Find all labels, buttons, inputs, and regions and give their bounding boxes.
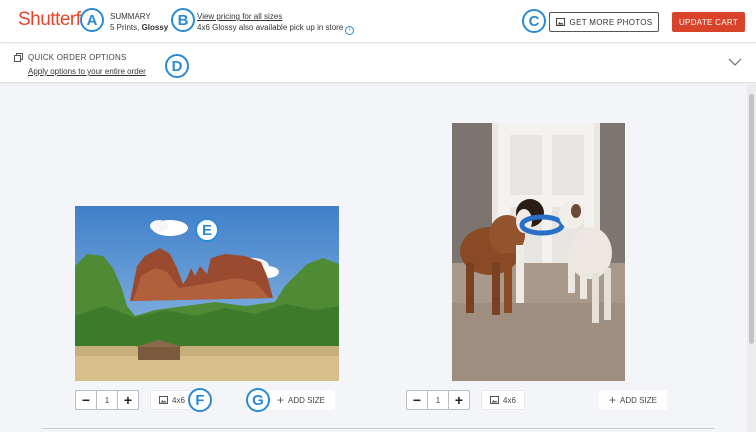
decrease-quantity-button[interactable]: − bbox=[76, 391, 96, 409]
get-more-photos-label: GET MORE PHOTOS bbox=[569, 17, 653, 27]
photo-1-add-size-button[interactable]: + ADD SIZE bbox=[267, 390, 335, 410]
chevron-down-icon[interactable] bbox=[728, 57, 742, 67]
copy-icon bbox=[14, 53, 23, 62]
marker-d: D bbox=[165, 54, 189, 78]
marker-a: A bbox=[80, 8, 104, 32]
marker-b: B bbox=[171, 8, 195, 32]
increase-quantity-button[interactable]: + bbox=[118, 391, 138, 409]
apply-options-link[interactable]: Apply options to your entire order bbox=[28, 67, 146, 76]
photo-1-quantity: − 1 + bbox=[75, 390, 139, 410]
summary-prints: 5 Prints, bbox=[110, 23, 142, 32]
view-pricing-link[interactable]: View pricing for all sizes bbox=[197, 11, 354, 22]
pricing-info: View pricing for all sizes 4x6 Glossy al… bbox=[197, 11, 355, 35]
pickup-note-text: 4x6 Glossy also available pick up in sto… bbox=[197, 23, 344, 32]
scrollbar[interactable] bbox=[747, 84, 756, 432]
quantity-stepper: − 1 + bbox=[75, 390, 139, 410]
marker-c: C bbox=[522, 9, 546, 33]
pickup-note: 4x6 Glossy also available pick up in sto… bbox=[197, 22, 355, 35]
size-label: 4x6 bbox=[503, 395, 516, 405]
photo-icon bbox=[555, 18, 565, 26]
plus-icon: + bbox=[609, 393, 617, 407]
quantity-value[interactable]: 1 bbox=[96, 391, 118, 409]
summary-finish: Glossy bbox=[141, 23, 169, 32]
update-cart-button[interactable]: UPDATE CART bbox=[672, 12, 745, 32]
order-summary: SUMMARY 5 Prints, Glossy bbox=[110, 11, 168, 33]
scrollbar-thumb[interactable] bbox=[749, 94, 754, 344]
size-label: 4x6 bbox=[172, 395, 185, 405]
summary-title: SUMMARY bbox=[110, 12, 151, 21]
photo-size-icon bbox=[159, 396, 168, 404]
marker-f: F bbox=[188, 388, 212, 412]
increase-quantity-button[interactable]: + bbox=[449, 391, 469, 409]
shutterfly-logo[interactable]: Shutterf bbox=[18, 9, 81, 31]
info-icon[interactable]: i bbox=[345, 26, 355, 35]
plus-icon: + bbox=[277, 393, 285, 407]
add-size-label: ADD SIZE bbox=[288, 395, 325, 405]
divider bbox=[42, 428, 714, 429]
photo-2-size-chip[interactable]: 4x6 bbox=[481, 390, 525, 410]
photo-2-quantity: − 1 + bbox=[406, 390, 470, 410]
photo-size-icon bbox=[490, 396, 499, 404]
header: Shutterf SUMMARY 5 Prints, Glossy View p… bbox=[0, 0, 756, 43]
summary-detail: 5 Prints, Glossy bbox=[110, 22, 168, 33]
marker-g: G bbox=[246, 388, 270, 412]
quick-order-panel: QUICK ORDER OPTIONS Apply options to you… bbox=[0, 44, 756, 83]
quantity-value[interactable]: 1 bbox=[427, 391, 449, 409]
add-size-label: ADD SIZE bbox=[620, 395, 657, 405]
quick-order-title: QUICK ORDER OPTIONS bbox=[28, 53, 127, 62]
marker-e: E bbox=[195, 218, 219, 242]
photo-2-add-size-button[interactable]: + ADD SIZE bbox=[599, 390, 667, 410]
quantity-stepper: − 1 + bbox=[406, 390, 470, 410]
decrease-quantity-button[interactable]: − bbox=[407, 391, 427, 409]
dogs-image bbox=[452, 123, 625, 381]
photo-dogs[interactable] bbox=[452, 123, 625, 381]
get-more-photos-button[interactable]: GET MORE PHOTOS bbox=[549, 12, 659, 32]
